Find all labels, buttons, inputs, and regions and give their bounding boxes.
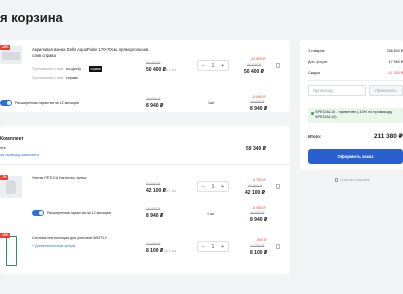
quantity-value: 1 (211, 62, 215, 69)
summary-row-label: Скидка (308, 71, 320, 75)
total-label: Итого: (308, 134, 322, 139)
kit-divider (0, 164, 290, 165)
checkout-button[interactable]: Оформить заказ (308, 149, 403, 164)
kit-link[interactable]: на страницу комплекта (0, 153, 39, 157)
install-extra-link[interactable]: + Дополнительные услуги (32, 244, 75, 248)
kit-warranty-price: 8 940 ₽ (146, 213, 164, 219)
toilet-old-price: 40 600 ₽ (146, 182, 161, 186)
install-thumbnail[interactable] (0, 234, 22, 268)
toilet-discount: -4 700 ₽ (252, 178, 266, 182)
item-discount: -12 600 ₽ (250, 57, 266, 61)
item-total: 50 400 ₽ (244, 69, 265, 75)
install-unit: за 1 шт (164, 249, 177, 253)
summary-row-value: 17 960 ₽ (388, 60, 403, 64)
bathtub-shape (2, 52, 20, 60)
item-variant-tag: справа (89, 66, 103, 72)
item-unit: за 1 шт (164, 68, 177, 72)
kit-title: Комплект (0, 136, 24, 142)
promo-apply-button[interactable]: Применить (369, 85, 403, 96)
warranty-discount: -5 060 ₽ (252, 95, 266, 99)
toilet-total-old: 46 800 ₽ (248, 184, 263, 188)
summary-row-label: Доп. услуги (308, 60, 328, 64)
install-total: 8 100 ₽ (250, 250, 268, 256)
warranty-label: Расширенная гарантия на 12 месяцев (15, 101, 79, 105)
trash-icon (335, 178, 338, 182)
quantity-stepper[interactable]: − 1 + (197, 60, 229, 71)
summary-row-value: 256 800 ₽ (386, 49, 403, 53)
trash-icon[interactable] (276, 63, 280, 68)
increment-button[interactable]: + (221, 184, 224, 190)
toilet-total: 42 100 ₽ (245, 190, 266, 196)
item-meta-value-2: справа (66, 76, 78, 80)
summary-divider (308, 80, 403, 81)
quantity-value: 1 (211, 183, 215, 190)
decrement-button[interactable]: − (202, 63, 205, 69)
clear-cart-label: Очистить корзину (340, 178, 370, 182)
order-summary: 3 товаров 256 800 ₽ Доп. услуги 17 960 ₽… (300, 40, 403, 170)
kit-warranty-old-price: 16 800 ₽ (146, 207, 161, 211)
install-price: 8 100 ₽ (146, 248, 164, 254)
toilet-quantity-stepper[interactable]: − 1 + (197, 181, 229, 192)
install-total-old: 14 900 ₽ (250, 244, 265, 248)
promo-success-message: SPECIAL10 - применён (-10% по промокоду … (308, 108, 403, 123)
kit-warranty-discount: -5 060 ₽ (252, 206, 266, 210)
summary-row-label: 3 товаров (308, 49, 325, 53)
warranty-qty: 1шт (208, 101, 215, 105)
kit-warranty-total: 8 940 ₽ (250, 217, 268, 223)
kit-warranty-label: Расширенная гарантия на 12 месяцев (47, 211, 111, 215)
install-quantity-stepper[interactable]: − 1 + (197, 241, 229, 252)
warranty-total: 8 940 ₽ (250, 106, 268, 112)
toilet-badge: -7% (0, 175, 9, 180)
trash-icon[interactable] (276, 244, 280, 249)
increment-button[interactable]: + (221, 63, 224, 69)
item-total-old: 56 800 ₽ (247, 63, 262, 67)
total-value: 211 380 ₽ (374, 133, 403, 140)
promo-code-input[interactable]: Промокод (308, 85, 366, 96)
kit-warranty-total-old: 16 800 ₽ (250, 211, 265, 215)
item-meta-value: по-щетку (66, 67, 81, 71)
item-name[interactable]: Акриловая ванна Dello AquaPulse 170-70см… (32, 47, 152, 58)
warranty-toggle[interactable] (0, 100, 12, 106)
warranty-old-price: 16 800 ₽ (146, 97, 161, 101)
trash-icon[interactable] (276, 184, 280, 189)
install-badge: -10% (0, 233, 10, 238)
install-old-price: 14 900 ₽ (146, 242, 161, 246)
toilet-unit: за 1 шт (164, 189, 177, 193)
install-discount: -900 ₽ (256, 238, 267, 242)
cart-item-card: -16% Акриловая ванна Dello AquaPulse 170… (0, 40, 290, 112)
kit-warranty-qty: 1 шт (207, 212, 215, 216)
kit-total: 59 340 ₽ (246, 146, 267, 152)
clear-cart-button[interactable]: Очистить корзину (335, 178, 370, 182)
frame-shape (6, 236, 17, 266)
warranty-total-old: 16 800 ₽ (250, 100, 265, 104)
kit-warranty-toggle[interactable] (32, 210, 44, 216)
warranty-price: 8 940 ₽ (146, 103, 164, 109)
kit-subtitle: нта (0, 146, 6, 150)
item-old-price: 56 800 ₽ (146, 61, 161, 65)
install-name[interactable]: Система инсталляции для унитазов WATFLY (32, 236, 107, 240)
promo-placeholder: Промокод (313, 88, 333, 93)
page-title: я корзина (0, 10, 63, 25)
quantity-value: 1 (211, 243, 215, 250)
item-meta-label: Приложение к ним: (32, 67, 65, 71)
promo-success-text: SPECIAL10 - применён (-10% по промокоду … (315, 110, 393, 120)
toilet-shape (6, 180, 16, 194)
check-icon (311, 112, 314, 115)
item-meta-label-2: Приложение к ним: (32, 76, 65, 80)
decrement-button[interactable]: − (202, 244, 205, 250)
summary-discount-value: -47 420 ₽ (387, 71, 403, 75)
toilet-name[interactable]: Унитаз PETLEA Harmonia, флеш (32, 176, 86, 180)
increment-button[interactable]: + (221, 244, 224, 250)
decrement-button[interactable]: − (202, 184, 205, 190)
kit-card: Комплект нта на страницу комплекта 59 34… (0, 126, 290, 274)
discount-badge: -16% (0, 45, 10, 50)
